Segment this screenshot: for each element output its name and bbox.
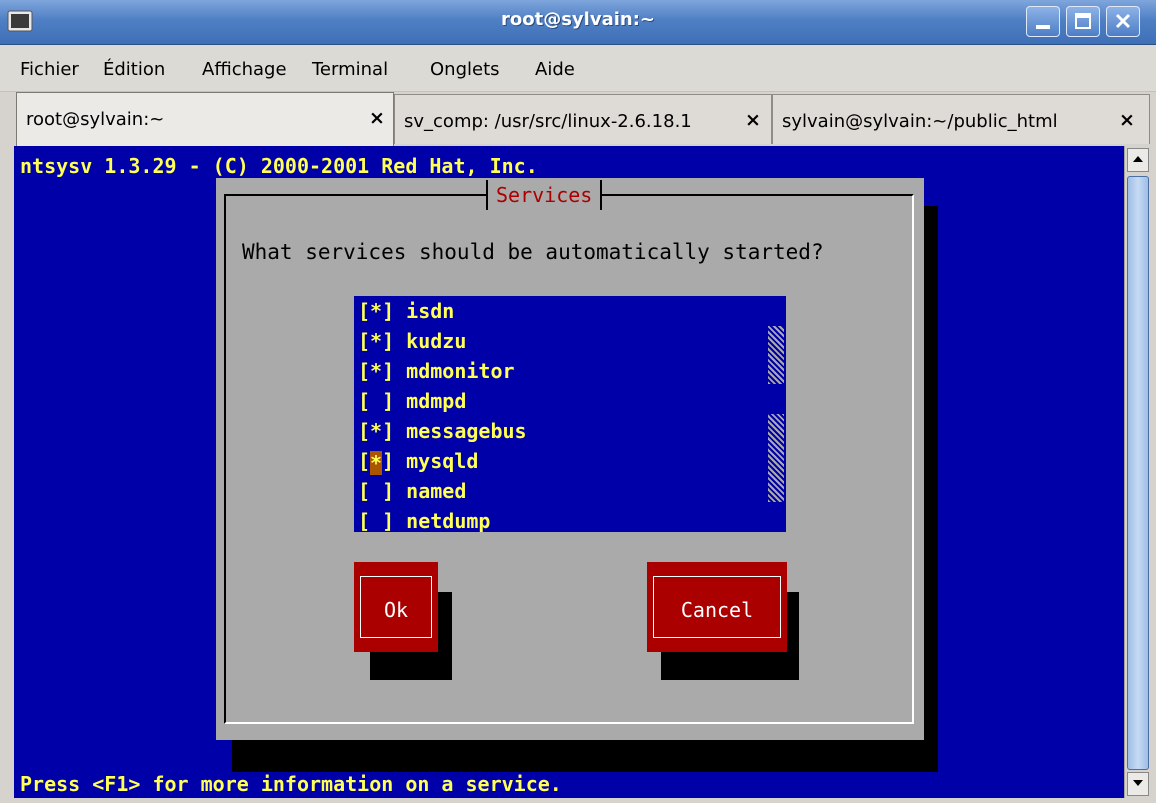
- services-listbox[interactable]: [*] isdn [*] kudzu [*] mdmonitor [ ] mdm…: [354, 296, 786, 533]
- services-dialog: Services What services should be automat…: [216, 178, 924, 740]
- status-hint: Press <F1> for more information on a ser…: [20, 772, 562, 796]
- service-name: mdmpd: [406, 389, 467, 413]
- service-name: mysqld: [406, 449, 479, 473]
- service-checkbox[interactable]: [*]: [358, 356, 394, 386]
- tab-close-icon[interactable]: ×: [369, 107, 385, 129]
- service-checkbox[interactable]: [*]: [358, 446, 394, 476]
- window-titlebar[interactable]: root@sylvain:~: [0, 0, 1156, 45]
- tab-label: root@sylvain:~: [26, 109, 165, 130]
- cancel-button[interactable]: Cancel: [647, 562, 787, 652]
- minimize-icon: [1036, 25, 1050, 29]
- tab-strip: root@sylvain:~ × sv_comp: /usr/src/linux…: [0, 92, 1156, 146]
- service-checkbox[interactable]: [*]: [358, 326, 394, 356]
- tab-label: sv_comp: /usr/src/linux-2.6.18.1: [404, 111, 692, 132]
- menu-affichage[interactable]: Affichage: [202, 59, 287, 80]
- window-title: root@sylvain:~: [501, 9, 655, 30]
- menu-onglets[interactable]: Onglets: [430, 59, 500, 80]
- ntsysv-header: ntsysv 1.3.29 - (C) 2000-2001 Red Hat, I…: [20, 154, 538, 178]
- tab-root-home[interactable]: root@sylvain:~ ×: [16, 92, 394, 146]
- terminal-screen[interactable]: ntsysv 1.3.29 - (C) 2000-2001 Red Hat, I…: [14, 146, 1124, 798]
- terminal-scrollbar[interactable]: [1124, 146, 1152, 798]
- listbox-scroll-track[interactable]: [768, 414, 784, 502]
- menu-edition[interactable]: Édition: [103, 59, 165, 80]
- service-checkbox[interactable]: [*]: [358, 416, 394, 446]
- service-name: mdmonitor: [406, 359, 515, 383]
- checkbox-bracket-left: [: [358, 449, 371, 473]
- tab-close-icon[interactable]: ×: [745, 109, 761, 131]
- list-item[interactable]: [ ] netdump: [358, 506, 490, 536]
- scroll-down-button[interactable]: [1127, 772, 1149, 796]
- scroll-up-button[interactable]: [1127, 148, 1149, 172]
- checkbox-bracket-right: ]: [382, 449, 395, 473]
- maximize-button[interactable]: [1066, 6, 1100, 37]
- tab-close-icon[interactable]: ×: [1119, 109, 1135, 131]
- service-name: named: [406, 479, 467, 503]
- tab-public-html[interactable]: sylvain@sylvain:~/public_html ×: [772, 94, 1150, 144]
- list-item[interactable]: [*] kudzu: [358, 326, 466, 356]
- arrow-down-icon: [1133, 780, 1143, 786]
- menu-terminal[interactable]: Terminal: [312, 59, 388, 80]
- service-name: netdump: [406, 509, 491, 533]
- service-name: messagebus: [406, 419, 527, 443]
- list-item[interactable]: [ ] mdmpd: [358, 386, 466, 416]
- service-checkbox[interactable]: [ ]: [358, 386, 394, 416]
- maximize-icon: [1075, 13, 1091, 29]
- list-item[interactable]: [*] isdn: [358, 296, 454, 326]
- ok-button-label: Ok: [383, 598, 409, 622]
- service-name: kudzu: [406, 329, 467, 353]
- tab-sv-comp[interactable]: sv_comp: /usr/src/linux-2.6.18.1 ×: [394, 94, 772, 144]
- tab-label: sylvain@sylvain:~/public_html: [782, 111, 1058, 132]
- service-checkbox[interactable]: [ ]: [358, 506, 394, 536]
- list-item[interactable]: [*] mdmonitor: [358, 356, 515, 386]
- list-item-focused[interactable]: [*] mysqld: [358, 446, 478, 476]
- cancel-button-label: Cancel: [680, 598, 754, 622]
- menu-bar: Fichier Édition Affichage Terminal Ongle…: [0, 45, 1156, 92]
- close-icon: [1115, 13, 1131, 29]
- service-checkbox[interactable]: [*]: [358, 296, 394, 326]
- service-checkbox[interactable]: [ ]: [358, 476, 394, 506]
- service-name: isdn: [406, 299, 455, 323]
- menu-fichier[interactable]: Fichier: [20, 59, 79, 80]
- ok-button[interactable]: Ok: [354, 562, 438, 652]
- menu-aide[interactable]: Aide: [535, 59, 575, 80]
- scrollbar-thumb[interactable]: [1127, 176, 1149, 770]
- arrow-up-icon: [1133, 156, 1143, 162]
- list-item[interactable]: [ ] named: [358, 476, 466, 506]
- list-item[interactable]: [*] messagebus: [358, 416, 527, 446]
- dialog-title: Services: [486, 180, 603, 210]
- listbox-scroll-thumb[interactable]: [768, 326, 784, 384]
- dialog-prompt: What services should be automatically st…: [242, 240, 824, 264]
- minimize-button[interactable]: [1026, 6, 1060, 37]
- close-button[interactable]: [1106, 6, 1140, 37]
- text-cursor: *: [370, 450, 383, 475]
